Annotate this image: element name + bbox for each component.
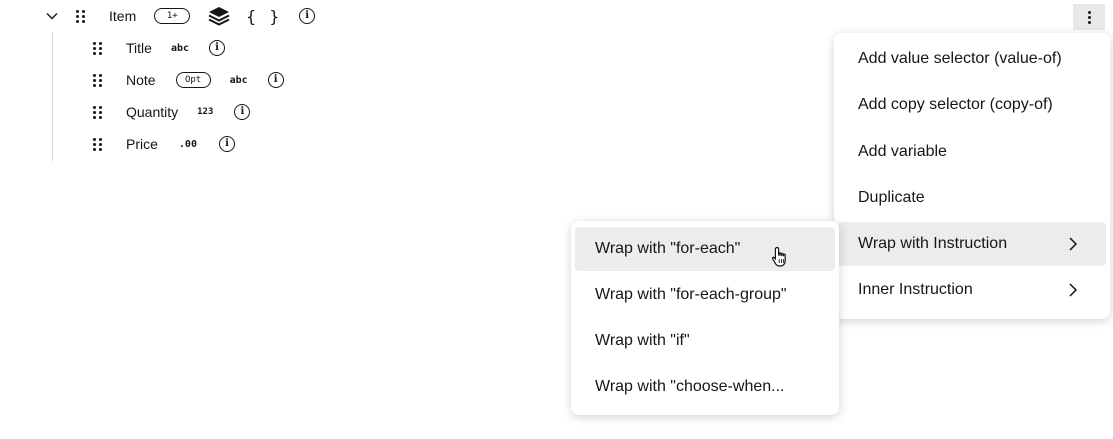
submenu-item-choose-when[interactable]: Wrap with "choose-when... — [575, 365, 835, 409]
menu-item-label: Wrap with Instruction — [858, 235, 1008, 252]
menu-item-label: Add variable — [858, 143, 947, 160]
drag-handle-icon[interactable] — [93, 105, 103, 119]
chevron-right-icon — [1069, 283, 1078, 297]
menu-item-label: Duplicate — [858, 189, 925, 206]
menu-item-add-value-selector[interactable]: Add value selector (value-of) — [838, 37, 1106, 81]
type-indicator: .00 — [178, 138, 197, 150]
drag-handle-icon[interactable] — [93, 137, 103, 151]
tree-row-item[interactable]: Item 1+ { } i — [76, 4, 316, 28]
menu-item-wrap-with-instruction[interactable]: Wrap with Instruction — [838, 222, 1106, 266]
info-icon[interactable]: i — [209, 40, 225, 56]
node-label: Note — [126, 72, 156, 88]
kebab-icon — [1087, 10, 1091, 14]
type-indicator: abc — [229, 74, 248, 86]
submenu-item-if[interactable]: Wrap with "if" — [575, 319, 835, 363]
drag-handle-icon[interactable] — [93, 73, 103, 87]
menu-item-duplicate[interactable]: Duplicate — [838, 176, 1106, 220]
info-icon[interactable]: i — [218, 136, 235, 152]
tree-guide-line — [52, 32, 53, 161]
tree-row-price[interactable]: Price .00 i — [93, 132, 235, 156]
menu-item-label: Inner Instruction — [858, 281, 973, 298]
expand-chevron-icon[interactable] — [42, 6, 62, 26]
menu-item-inner-instruction[interactable]: Inner Instruction — [838, 268, 1106, 312]
menu-item-label: Wrap with "for-each-group" — [595, 286, 787, 303]
wrap-instruction-submenu: Wrap with "for-each" Wrap with "for-each… — [571, 221, 839, 415]
cardinality-badge: 1+ — [154, 8, 191, 24]
chevron-right-icon — [1069, 237, 1078, 251]
object-braces-icon[interactable]: { } — [246, 7, 281, 26]
menu-item-label: Add value selector (value-of) — [858, 50, 1062, 67]
menu-item-label: Wrap with "for-each" — [595, 240, 741, 257]
menu-item-label: Add copy selector (copy-of) — [858, 96, 1053, 113]
context-menu: Add value selector (value-of) Add copy s… — [834, 33, 1110, 319]
node-label: Title — [126, 40, 152, 56]
info-icon[interactable]: i — [234, 104, 251, 120]
drag-handle-icon[interactable] — [76, 9, 86, 23]
type-indicator: 123 — [197, 107, 214, 117]
menu-item-label: Wrap with "choose-when... — [595, 378, 785, 395]
info-icon[interactable]: i — [267, 72, 284, 88]
tree-row-quantity[interactable]: Quantity 123 i — [93, 100, 251, 124]
layers-icon[interactable] — [208, 6, 230, 26]
menu-item-add-copy-selector[interactable]: Add copy selector (copy-of) — [838, 83, 1106, 127]
type-indicator: abc — [170, 42, 189, 54]
submenu-item-for-each-group[interactable]: Wrap with "for-each-group" — [575, 273, 835, 317]
menu-item-label: Wrap with "if" — [595, 332, 690, 349]
menu-item-add-variable[interactable]: Add variable — [838, 130, 1106, 174]
tree-row-title[interactable]: Title abc i — [93, 36, 225, 60]
optional-badge: Opt — [175, 72, 211, 88]
submenu-item-for-each[interactable]: Wrap with "for-each" — [575, 227, 835, 271]
node-label: Quantity — [126, 104, 179, 120]
node-label: Item — [109, 8, 137, 24]
tree-row-note[interactable]: Note Opt abc i — [93, 68, 284, 92]
node-label: Price — [126, 136, 158, 152]
drag-handle-icon[interactable] — [93, 41, 103, 55]
overflow-menu-button[interactable] — [1073, 4, 1105, 30]
info-icon[interactable]: i — [299, 8, 316, 24]
